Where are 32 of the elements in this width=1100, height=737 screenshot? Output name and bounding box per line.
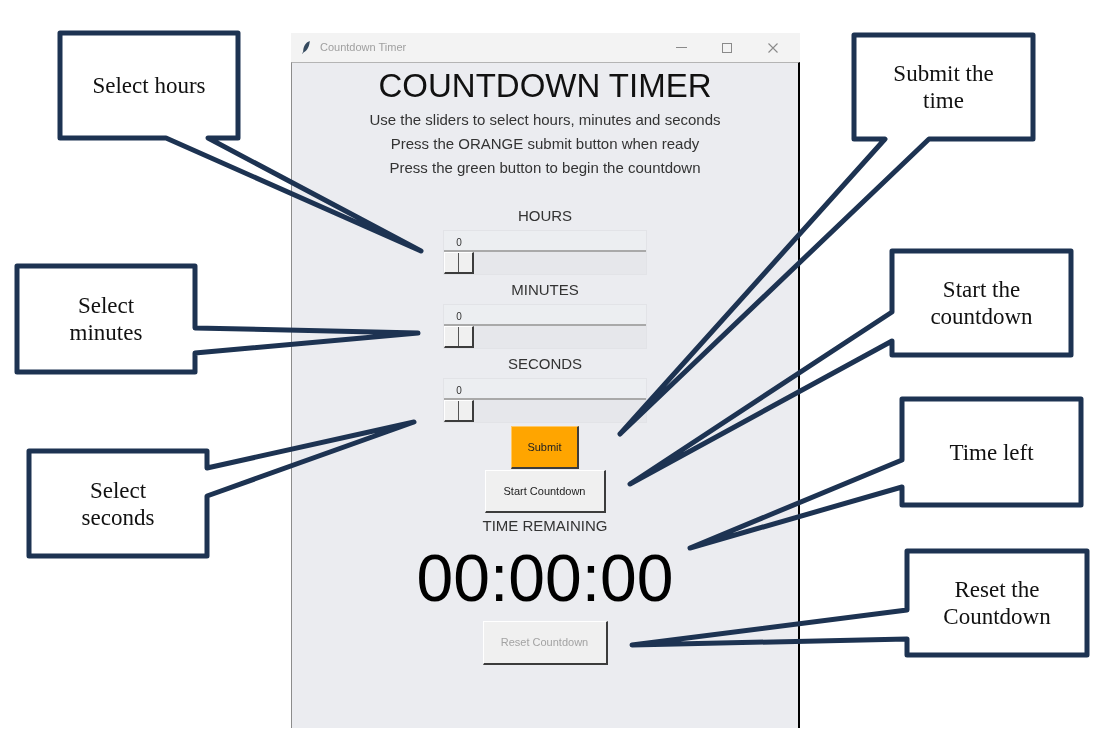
callout-text: Select hours [92, 72, 206, 99]
slider-label: MINUTES [511, 280, 579, 300]
callout-text: Start the countdown [929, 276, 1034, 330]
callout-text: Select minutes [68, 292, 144, 346]
minimize-icon [675, 47, 687, 48]
slider-thumb[interactable] [444, 326, 474, 348]
slider-track[interactable] [444, 250, 646, 274]
feather-icon [302, 41, 310, 54]
callout-text: Reset the Countdown [942, 576, 1052, 630]
slider-value: 0 [455, 384, 463, 398]
slider-track[interactable] [444, 324, 646, 348]
slider-value: 0 [455, 236, 463, 250]
slider-track[interactable] [444, 398, 646, 422]
callout-text: Submit the time [892, 60, 995, 114]
time-display: 00:00:00 [416, 545, 674, 611]
slider-label: HOURS [517, 206, 573, 226]
start-button[interactable]: Start Countdown [484, 470, 606, 513]
time-remaining-label: TIME REMAINING [482, 516, 608, 536]
slider-label: SECONDS [507, 354, 583, 374]
slider-thumb[interactable] [444, 400, 474, 422]
window-title: Countdown Timer [320, 40, 407, 56]
slider-thumb[interactable] [444, 252, 474, 274]
app-heading: COUNTDOWN TIMER [378, 67, 712, 105]
callout-text: Select seconds [80, 476, 156, 531]
instruction-text: Press the ORANGE submit button when ready [390, 134, 700, 154]
slider-value: 0 [455, 310, 463, 324]
instruction-text: Press the green button to begin the countdown [389, 158, 701, 178]
callout-text: Time left [949, 438, 1034, 466]
submit-button[interactable]: Submit [511, 426, 579, 469]
close-icon [768, 42, 778, 53]
maximize-icon [722, 42, 732, 53]
instruction-text: Use the sliders to select hours, minutes and seconds [369, 110, 721, 130]
